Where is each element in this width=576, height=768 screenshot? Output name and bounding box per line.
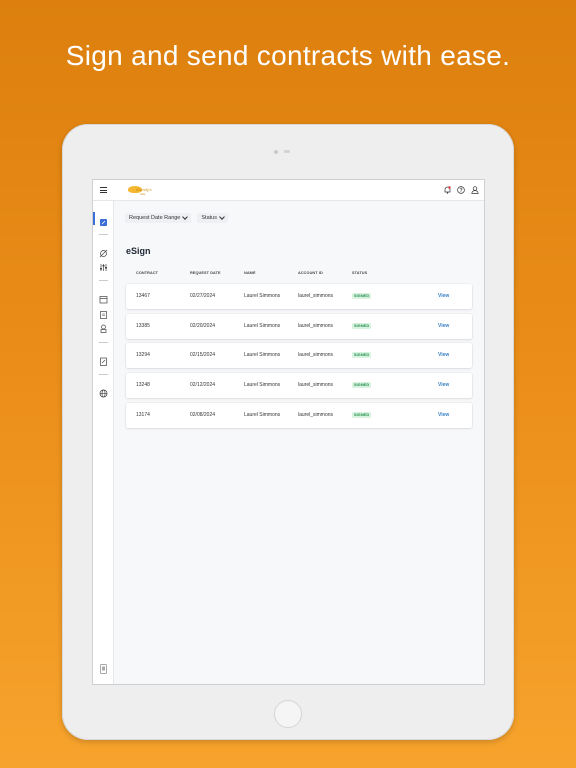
table-row[interactable]: 13467 02/27/2024 Laurel Simmons laurel_s… [126,284,472,309]
account-id: laurel_simmons [298,352,334,358]
request-date-range-filter[interactable]: Request Date Range [125,213,192,223]
table-row[interactable]: 13294 02/15/2024 Laurel Simmons laurel_s… [126,343,472,368]
table-row[interactable]: 13385 02/20/2024 Laurel Simmons laurel_s… [126,314,472,339]
signer-name: Laurel Simmons [244,382,281,388]
status-badge: SIGNED [352,323,372,329]
account-id: laurel_simmons [298,293,334,299]
signer-name: Laurel Simmons [244,412,281,418]
contract-id: 13467 [136,293,150,299]
column-header-status[interactable]: STATUS [352,271,367,275]
top-bar-actions [444,186,480,194]
main-content: Request Date Range Status eSign CONTRACT… [114,201,484,684]
sensor-icon [284,150,290,153]
status-badge: SIGNED [352,352,372,358]
status-badge: SIGNED [352,382,372,388]
esign-icon[interactable] [93,212,108,226]
analytics-icon[interactable] [99,245,108,258]
account-id: laurel_simmons [298,412,334,418]
signer-name: Laurel Simmons [244,323,281,329]
document-icon[interactable] [99,353,108,366]
contract-id: 13294 [136,352,150,358]
table-header: CONTRACT REQUEST DATE NAME ACCOUNT ID ST… [126,271,472,279]
menu-icon[interactable] [100,187,107,193]
logo-text: Brandy's [136,188,152,192]
clipboard-icon[interactable] [99,306,108,319]
account-id: laurel_simmons [298,323,334,329]
signer-name: Laurel Simmons [244,352,281,358]
view-link[interactable]: View [438,323,449,329]
request-date: 02/12/2024 [190,382,216,388]
column-header-account-id[interactable]: ACCOUNT ID [298,271,323,275]
table-row[interactable]: 13174 02/08/2024 Laurel Simmons laurel_s… [126,403,472,428]
contract-id: 13385 [136,323,150,329]
column-header-request-date[interactable]: REQUEST DATE [190,271,221,275]
chevron-down-icon [182,214,189,220]
request-date: 02/15/2024 [190,352,216,358]
status-badge: SIGNED [352,293,372,299]
table-row[interactable]: 13248 02/12/2024 Laurel Simmons laurel_s… [126,373,472,398]
view-link[interactable]: View [438,382,449,388]
account-id: laurel_simmons [298,382,334,388]
view-link[interactable]: View [438,352,449,358]
badge-icon[interactable] [99,320,108,333]
app-screen: Brandy's Cafe Request Date Range Status … [92,179,485,685]
mobile-device-icon[interactable] [99,661,108,674]
view-link[interactable]: View [438,293,449,299]
sidebar-divider [99,280,108,281]
help-icon[interactable] [457,186,465,194]
sidebar-divider [99,374,108,375]
status-badge: SIGNED [352,412,372,418]
contract-id: 13174 [136,412,150,418]
user-account-icon[interactable] [471,186,480,194]
camera-icon [274,150,278,154]
request-date: 02/27/2024 [190,293,216,299]
filter-label: Status [201,215,217,221]
sidebar-nav [93,201,114,684]
status-filter[interactable]: Status [197,213,228,223]
page-title: eSign [126,246,151,256]
filter-bar: Request Date Range Status [125,213,228,223]
home-button[interactable] [274,700,302,728]
signer-name: Laurel Simmons [244,293,281,299]
chevron-down-icon [219,214,225,220]
brand-logo[interactable]: Brandy's Cafe [128,185,152,197]
view-link[interactable]: View [438,412,449,418]
calendar-icon[interactable] [99,291,108,304]
notification-bell-icon[interactable] [444,186,451,194]
logo-subtext: Cafe [140,193,146,196]
filter-label: Request Date Range [129,215,181,221]
column-header-name[interactable]: NAME [244,271,256,275]
sliders-icon[interactable] [99,259,108,271]
request-date: 02/08/2024 [190,412,216,418]
globe-icon[interactable] [99,385,108,398]
request-date: 02/20/2024 [190,323,216,329]
top-bar: Brandy's Cafe [93,180,484,201]
sidebar-divider [99,234,108,235]
column-header-contract[interactable]: CONTRACT [136,271,158,275]
sidebar-divider [99,342,108,343]
ipad-device-frame: Brandy's Cafe Request Date Range Status … [62,124,514,740]
contract-id: 13248 [136,382,150,388]
marketing-headline: Sign and send contracts with ease. [65,40,511,71]
